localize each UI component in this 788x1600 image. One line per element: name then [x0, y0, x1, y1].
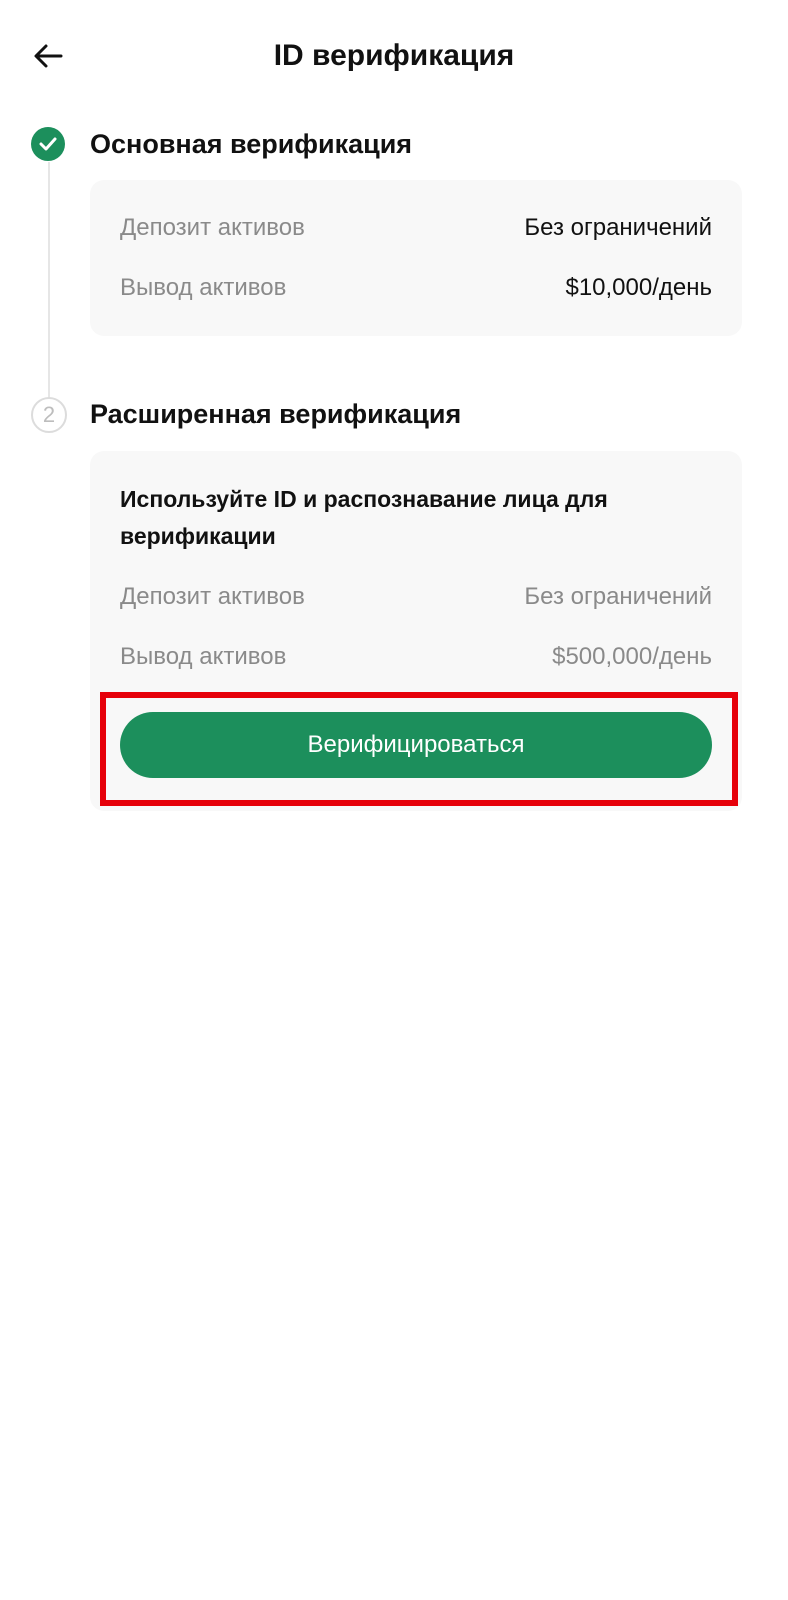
- check-icon: [39, 137, 57, 151]
- deposit-label: Депозит активов: [120, 583, 305, 610]
- withdraw-label: Вывод активов: [120, 274, 287, 301]
- basic-verification-card: Депозит активов Без ограничений Вывод ак…: [90, 180, 742, 336]
- page-title: ID верификация: [273, 39, 515, 72]
- deposit-row: Депозит активов Без ограничений: [120, 210, 712, 246]
- deposit-value: Без ограничений: [524, 214, 712, 241]
- step-1-title: Основная верификация: [90, 129, 413, 159]
- step-completed-indicator: [31, 127, 65, 161]
- deposit-row: Депозит активов Без ограничений: [120, 579, 712, 615]
- withdraw-value: $500,000/день: [552, 643, 712, 670]
- deposit-value: Без ограничений: [524, 583, 712, 610]
- step-2-title: Расширенная верификация: [90, 399, 462, 429]
- deposit-label: Депозит активов: [120, 214, 305, 241]
- withdraw-row: Вывод активов $500,000/день: [120, 639, 712, 675]
- withdraw-row: Вывод активов $10,000/день: [120, 270, 712, 306]
- withdraw-label: Вывод активов: [120, 643, 287, 670]
- timeline-connector: [48, 162, 50, 398]
- withdraw-value: $10,000/день: [565, 274, 712, 301]
- app-header: ID верификация: [0, 0, 788, 110]
- verify-button-highlight: Верифицироваться: [100, 692, 738, 806]
- step-2-number: 2: [31, 397, 67, 433]
- verify-button[interactable]: Верифицироваться: [120, 712, 712, 778]
- advanced-verification-description: Используйте ID и распознавание лица для …: [120, 486, 608, 549]
